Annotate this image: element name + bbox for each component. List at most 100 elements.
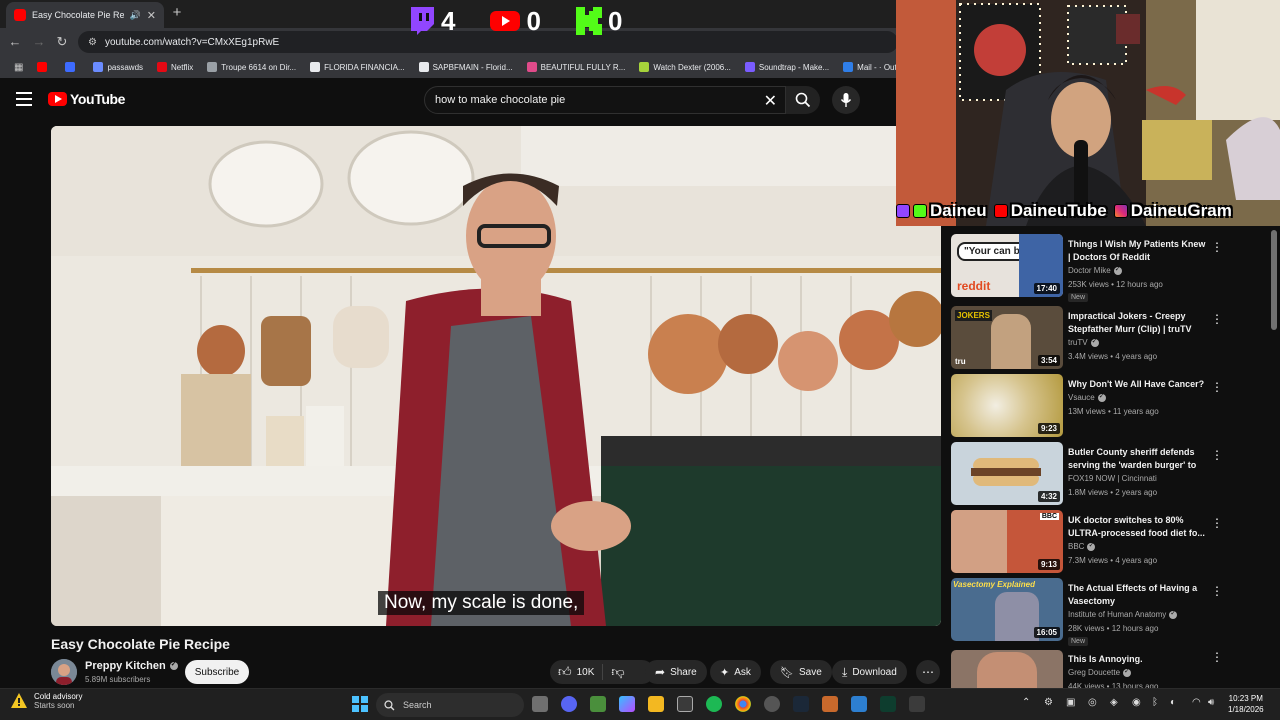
more-options-icon[interactable]: ⋮ <box>1211 516 1223 530</box>
video-player[interactable] <box>51 126 941 626</box>
spotify-icon[interactable] <box>706 696 722 712</box>
channel-avatar[interactable] <box>51 659 77 685</box>
channel-name[interactable]: Greg Doucette <box>1068 667 1132 677</box>
bookmark-item[interactable]: FLORIDA FINANCIA... <box>304 58 410 76</box>
list-item[interactable]: Vasectomy Explained 16:05 The Actual Eff… <box>950 578 1280 646</box>
app-icon[interactable] <box>851 696 867 712</box>
clear-search-icon[interactable]: ✕ <box>764 91 777 111</box>
channel-name[interactable]: Institute of Human Anatomy <box>1068 609 1178 619</box>
new-tab-button[interactable]: + <box>168 4 186 22</box>
search-button[interactable] <box>786 86 820 114</box>
bookmark-item[interactable]: Soundtrap - Make... <box>739 58 835 76</box>
channel-name[interactable]: BBC <box>1068 541 1096 551</box>
copilot-icon[interactable] <box>619 696 635 712</box>
chrome-icon[interactable] <box>735 696 751 712</box>
more-options-icon[interactable]: ⋮ <box>1211 380 1223 394</box>
app-icon[interactable] <box>822 696 838 712</box>
video-thumbnail[interactable]: "Your can break" reddit 17:40 <box>951 234 1063 297</box>
channel-name[interactable]: Vsauce <box>1068 392 1106 402</box>
search-input[interactable]: how to make chocolate pie ✕ <box>424 86 786 114</box>
video-thumbnail[interactable]: Vasectomy Explained 16:05 <box>951 578 1063 641</box>
browser-tab[interactable]: Easy Chocolate Pie Recipe 🔊 ✕ <box>6 2 164 28</box>
more-options-icon[interactable]: ⋮ <box>1211 240 1223 254</box>
wifi-icon[interactable]: ◠ <box>1192 697 1201 708</box>
list-item[interactable]: 4:32 Butler County sheriff defends servi… <box>950 442 1280 506</box>
video-title[interactable]: Why Don't We All Have Cancer? <box>1068 378 1206 391</box>
start-button[interactable] <box>352 696 368 712</box>
bookmark-item[interactable]: Watch Dexter (2006... <box>633 58 737 76</box>
channel-name[interactable]: FOX19 NOW | Cincinnati <box>1068 474 1157 483</box>
more-options-icon[interactable]: ⋮ <box>1211 312 1223 326</box>
channel-name[interactable]: Preppy Kitchen <box>85 660 178 672</box>
video-title[interactable]: UK doctor switches to 80% ULTRA-processe… <box>1068 514 1206 540</box>
bluetooth-icon[interactable]: ᛒ <box>1152 697 1158 708</box>
video-title[interactable]: Butler County sheriff defends serving th… <box>1068 446 1206 472</box>
video-title[interactable]: The Actual Effects of Having a Vasectomy <box>1068 582 1206 608</box>
task-view-icon[interactable] <box>532 696 548 712</box>
subscribe-button[interactable]: Subscribe <box>185 660 249 684</box>
more-actions-icon[interactable]: ⋯ <box>916 660 940 684</box>
save-button[interactable]: 🔖︎ Save <box>770 660 832 684</box>
tray-app-icon[interactable]: ◐ <box>1170 697 1176 708</box>
bookmark-item[interactable]: BEAUTIFUL FULLY R... <box>521 58 632 76</box>
taskbar-search[interactable]: Search <box>376 693 524 717</box>
list-item[interactable]: JOKERS tru 3:54 Impractical Jokers - Cre… <box>950 306 1280 370</box>
forward-button[interactable]: → <box>30 33 48 51</box>
youtube-logo[interactable]: YouTube <box>48 91 125 107</box>
bookmark-item[interactable]: passawds <box>87 58 149 76</box>
sidebar-scrollbar[interactable] <box>1271 230 1277 330</box>
menu-icon[interactable] <box>16 92 32 106</box>
video-thumbnail[interactable]: BBC 9:13 <box>951 510 1063 573</box>
terminal-icon[interactable] <box>677 696 693 712</box>
system-clock[interactable]: 10:23 PM 1/18/2026 <box>1228 693 1264 715</box>
video-title[interactable]: This Is Annoying. <box>1068 653 1206 666</box>
bookmark-item[interactable]: SAPBFMAIN - Florid... <box>413 58 519 76</box>
file-explorer-icon[interactable] <box>648 696 664 712</box>
download-button[interactable]: ⤓ Download <box>832 660 907 684</box>
tray-app-icon[interactable]: ◉ <box>1132 697 1141 708</box>
site-info-icon[interactable]: ⚙ <box>88 37 97 48</box>
show-hidden-icons-icon[interactable]: ⌃ <box>1022 697 1030 708</box>
video-thumbnail[interactable]: JOKERS tru 3:54 <box>951 306 1063 369</box>
more-options-icon[interactable]: ⋮ <box>1211 584 1223 598</box>
more-options-icon[interactable]: ⋮ <box>1211 448 1223 462</box>
steam-icon[interactable] <box>793 696 809 712</box>
list-item[interactable]: 9:23 Why Don't We All Have Cancer? Vsauc… <box>950 374 1280 438</box>
app-icon[interactable] <box>880 696 896 712</box>
weather-widget[interactable]: Cold advisory Starts soon <box>10 692 82 710</box>
list-item[interactable]: This Is Annoying. Greg Doucette 44K view… <box>950 650 1280 690</box>
share-button[interactable]: ➦ Share <box>645 660 707 684</box>
video-title[interactable]: Impractical Jokers - Creepy Stepfather M… <box>1068 310 1206 336</box>
video-thumbnail[interactable]: 4:32 <box>951 442 1063 505</box>
list-item[interactable]: "Your can break" reddit 17:40 Things I W… <box>950 234 1280 302</box>
channel-name[interactable]: Doctor Mike <box>1068 265 1122 275</box>
apps-icon[interactable]: ▦ <box>8 58 29 76</box>
more-options-icon[interactable]: ⋮ <box>1211 650 1223 664</box>
close-tab-icon[interactable]: ✕ <box>147 9 156 22</box>
bookmark-item[interactable] <box>59 58 85 76</box>
channel-name[interactable]: truTV <box>1068 337 1099 347</box>
volume-icon[interactable]: 🔊︎ <box>1208 697 1214 708</box>
speaker-icon[interactable]: 🔊 <box>130 10 141 21</box>
bookmark-item[interactable]: Netflix <box>151 58 199 76</box>
tray-app-icon[interactable]: ◎ <box>1088 697 1097 708</box>
like-button[interactable]: 👍︎ 10K <box>558 664 604 680</box>
video-title[interactable]: Things I Wish My Patients Knew | Doctors… <box>1068 238 1206 264</box>
back-button[interactable]: ← <box>6 33 24 51</box>
video-thumbnail[interactable] <box>951 650 1063 690</box>
tray-app-icon[interactable]: ◈ <box>1110 697 1118 708</box>
bookmark-item[interactable] <box>31 58 57 76</box>
discord-icon[interactable] <box>561 696 577 712</box>
steam-tray-icon[interactable]: ⚙ <box>1044 697 1053 708</box>
voice-search-button[interactable] <box>832 86 860 114</box>
app-icon[interactable] <box>590 696 606 712</box>
app-icon[interactable] <box>909 696 925 712</box>
obs-icon[interactable] <box>764 696 780 712</box>
reload-button[interactable]: ↻ <box>53 33 71 51</box>
list-item[interactable]: BBC 9:13 UK doctor switches to 80% ULTRA… <box>950 510 1280 574</box>
tray-app-icon[interactable]: ▣ <box>1066 697 1075 708</box>
dislike-button[interactable]: 👎︎ <box>603 664 624 680</box>
bookmark-item[interactable]: Troupe 6614 on Dir... <box>201 58 302 76</box>
ask-button[interactable]: ✦ Ask <box>710 660 761 684</box>
video-thumbnail[interactable]: 9:23 <box>951 374 1063 437</box>
